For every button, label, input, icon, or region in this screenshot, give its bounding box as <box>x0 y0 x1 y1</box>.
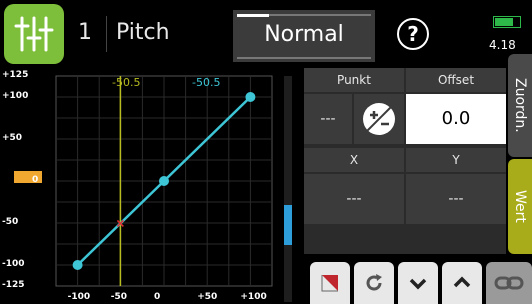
point-table: Punkt Offset --- 0.0 X Y --- --- <box>304 68 506 254</box>
curve-point <box>72 260 83 270</box>
offset-value-field[interactable]: 0.0 <box>406 94 506 144</box>
x-tick-label: 0 <box>154 292 161 302</box>
header-divider <box>106 16 107 52</box>
header-punkt: Punkt <box>304 68 404 92</box>
corner-icon <box>321 275 338 292</box>
y-tick-label: -125 <box>2 280 25 290</box>
up-button[interactable] <box>442 262 482 304</box>
curve-point <box>159 176 169 186</box>
curve-graph[interactable]: -50.5 -50.5 +125 +100 +50 0 -50 -100 -125 -100 -… <box>0 68 290 304</box>
battery-voltage: 4.18 <box>489 38 516 52</box>
tab-wert-label: Wert <box>512 190 528 223</box>
down-button[interactable] <box>398 262 438 304</box>
bottom-toolbar <box>304 258 532 304</box>
battery-icon <box>493 16 521 28</box>
tab-zuordn[interactable]: Zuordn. <box>508 54 532 157</box>
header-bar: 1 Pitch Normal ? 4.18 <box>0 0 532 68</box>
header-y: Y <box>406 148 506 172</box>
battery-fill <box>495 18 513 26</box>
y-tick-label: -100 <box>2 259 25 269</box>
x-value: --- <box>304 174 404 224</box>
header-x: X <box>304 148 404 172</box>
plus-minus-icon <box>363 103 395 135</box>
plus-minus-button[interactable] <box>354 94 404 144</box>
link-icon <box>494 276 524 290</box>
model-number: 1 <box>78 20 92 45</box>
sliders-icon[interactable] <box>4 4 64 64</box>
x-tick-label: -50 <box>110 292 128 302</box>
tab-wert[interactable]: Wert <box>508 159 532 254</box>
tab-zuordn-label: Zuordn. <box>512 78 528 133</box>
mode-bottom-line <box>237 57 371 59</box>
chevron-down-icon <box>409 278 427 290</box>
model-name[interactable]: Pitch <box>116 20 170 45</box>
x-tick-label: +100 <box>240 292 267 302</box>
scroll-track[interactable] <box>284 76 292 302</box>
link-button[interactable] <box>486 262 532 304</box>
punkt-value[interactable]: --- <box>304 94 352 144</box>
chevron-up-icon <box>453 276 471 288</box>
y-value: --- <box>406 174 506 224</box>
flight-mode-label: Normal <box>264 22 344 47</box>
x-tick-label: -100 <box>67 292 91 302</box>
scroll-thumb[interactable] <box>284 205 292 245</box>
y-tick-label: +125 <box>2 70 29 80</box>
corner-button[interactable] <box>310 262 350 304</box>
curve-point <box>245 92 256 102</box>
reset-button[interactable] <box>354 262 394 304</box>
flight-mode-button[interactable]: Normal <box>233 10 375 62</box>
help-icon[interactable]: ? <box>397 18 429 50</box>
y-tick-label: -50 <box>2 217 19 227</box>
y-tick-label: +100 <box>2 91 29 101</box>
y-tick-label: +50 <box>2 133 23 143</box>
header-offset: Offset <box>406 68 506 92</box>
mode-indicator-fill <box>237 14 269 17</box>
cursor-label-primary: -50.5 <box>112 76 141 89</box>
x-tick-label: +50 <box>197 292 218 302</box>
cursor-label-secondary: -50.5 <box>192 76 221 89</box>
y-tick-label: 0 <box>32 175 39 185</box>
refresh-icon <box>366 274 382 291</box>
curve-plot[interactable] <box>0 68 290 304</box>
